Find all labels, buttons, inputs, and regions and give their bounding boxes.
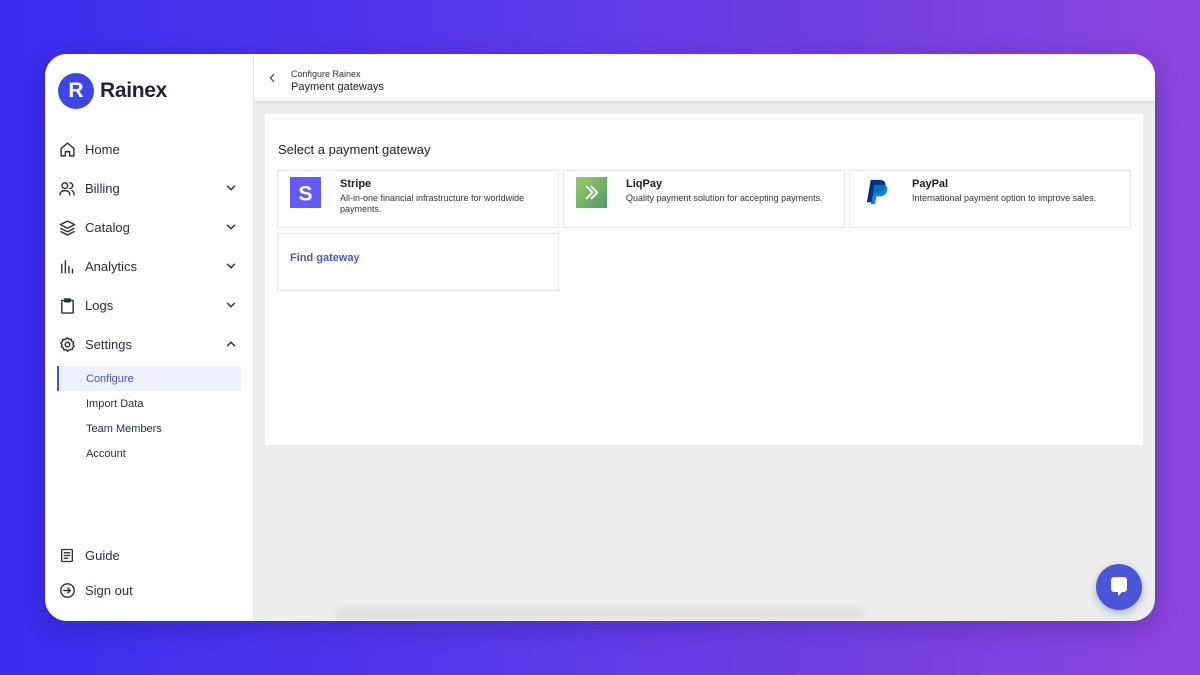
sidebar-item-label: Catalog [85, 220, 130, 235]
sidebar-item-analytics[interactable]: Analytics [45, 247, 253, 286]
bottom-nav: Guide Sign out [45, 538, 253, 608]
find-gateway-card[interactable]: Find gateway [277, 233, 559, 291]
gateway-description: All-in-one financial infrastructure for … [340, 193, 525, 214]
chevron-down-icon[interactable] [224, 259, 238, 273]
sidebar-item-catalog[interactable]: Catalog [45, 208, 253, 247]
gateway-name: Stripe [340, 178, 372, 190]
main-nav: Home Billing Catalog Analytics Logs Sett… [45, 130, 253, 466]
sidebar-item-settings[interactable]: Settings [45, 325, 253, 364]
sidebar-item-label: Analytics [85, 259, 138, 274]
paypal-logo-icon [866, 179, 888, 205]
chevron-down-icon[interactable] [224, 181, 238, 195]
settings-subnav: Configure Import Data Team Members Accou… [45, 366, 253, 466]
app-window: R Rainex Home Billing Catalog Analytics … [45, 54, 1155, 621]
sidebar-item-label: Billing [85, 181, 120, 196]
svg-text:S: S [298, 181, 312, 205]
gateway-card-stripe[interactable]: S Stripe All-in-one financial infrastruc… [277, 170, 559, 228]
chevron-down-icon[interactable] [224, 220, 238, 234]
sidebar-item-label: Logs [85, 298, 114, 313]
brand-name: Rainex [100, 79, 168, 102]
chevron-down-icon[interactable] [224, 298, 238, 312]
home-icon [58, 141, 76, 159]
brand[interactable]: R Rainex [58, 73, 167, 109]
gear-icon [58, 336, 76, 354]
chevron-up-icon[interactable] [224, 337, 238, 351]
section-title: Select a payment gateway [278, 142, 431, 157]
sidebar-item-label: Guide [85, 548, 120, 563]
gateway-description: Quality payment solution for accepting p… [626, 193, 823, 203]
sidebar-item-logs[interactable]: Logs [45, 286, 253, 325]
chat-icon [1111, 577, 1127, 596]
users-icon [58, 180, 76, 198]
clipboard-icon [58, 297, 76, 315]
page-title: Payment gateways [291, 81, 384, 93]
sidebar-item-home[interactable]: Home [45, 130, 253, 169]
top-header: Configure Rainex Payment gateways [254, 54, 1155, 102]
document-icon [58, 547, 76, 565]
sidebar-item-guide[interactable]: Guide [45, 538, 253, 573]
layers-icon [58, 219, 76, 237]
sidebar-subitem-configure[interactable]: Configure [57, 366, 241, 391]
find-gateway-link[interactable]: Find gateway [290, 252, 360, 264]
chevron-left-icon[interactable] [265, 71, 279, 85]
gateway-card-liqpay[interactable]: LiqPay Quality payment solution for acce… [563, 170, 845, 228]
sign-out-icon [58, 582, 76, 600]
gateway-name: PayPal [912, 178, 949, 190]
sidebar-item-label: Sign out [85, 583, 133, 598]
chat-button[interactable] [1096, 564, 1142, 610]
gateway-card-paypal[interactable]: PayPal International payment option to i… [849, 170, 1131, 228]
stripe-logo-icon: S [290, 177, 321, 208]
bar-chart-icon [58, 258, 76, 276]
brand-logo-icon: R [58, 73, 94, 109]
sidebar-subitem-import-data[interactable]: Import Data [57, 391, 241, 416]
scroll-shadow [335, 608, 865, 618]
sidebar-item-billing[interactable]: Billing [45, 169, 253, 208]
gateway-description: International payment option to improve … [912, 193, 1097, 203]
gateway-panel: Select a payment gateway S Stripe All-in… [265, 114, 1143, 445]
sidebar-item-label: Settings [85, 337, 132, 352]
sidebar: R Rainex Home Billing Catalog Analytics … [45, 54, 254, 621]
sidebar-item-sign-out[interactable]: Sign out [45, 573, 253, 608]
sidebar-subitem-account[interactable]: Account [57, 441, 241, 466]
sidebar-item-label: Home [85, 142, 120, 157]
liqpay-logo-icon [576, 177, 607, 208]
sidebar-subitem-team-members[interactable]: Team Members [57, 416, 241, 441]
gateway-name: LiqPay [626, 178, 663, 190]
breadcrumb-parent[interactable]: Configure Rainex [291, 69, 361, 79]
